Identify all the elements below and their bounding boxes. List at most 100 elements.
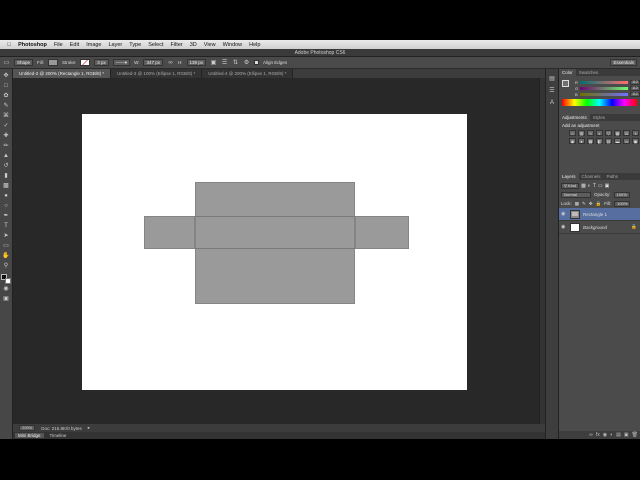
tab-untitled-2[interactable]: Untitled-2 @ 200% (Rectangle 1, RGB/8) * <box>13 69 112 78</box>
hand-tool-icon[interactable]: ✋ <box>2 252 11 261</box>
posterize-icon[interactable]: ▤ <box>605 138 612 144</box>
fill-field[interactable]: 100% <box>614 200 631 207</box>
clone-stamp-tool-icon[interactable]: ▲ <box>2 152 11 161</box>
rectangle-tool-icon[interactable]: ▭ <box>2 242 11 251</box>
tab-paths[interactable]: Paths <box>604 173 622 180</box>
lock-transparent-icon[interactable]: ▩ <box>575 201 579 207</box>
blur-tool-icon[interactable]: ● <box>2 192 11 201</box>
quick-mask-icon[interactable]: ◉ <box>2 285 11 294</box>
link-layers-icon[interactable]: ∞ <box>589 432 593 438</box>
path-arrangement-icon[interactable]: ⇅ <box>232 59 239 66</box>
history-brush-tool-icon[interactable]: ↺ <box>2 162 11 171</box>
filter-shape-icon[interactable]: ▭ <box>598 183 603 189</box>
brush-tool-icon[interactable]: ✏ <box>2 142 11 151</box>
filter-type-icon[interactable]: T <box>593 183 596 189</box>
background-layer-thumbnail[interactable] <box>570 222 580 232</box>
lock-image-icon[interactable]: ✎ <box>582 201 586 207</box>
menu-file[interactable]: File <box>54 42 63 48</box>
link-icon[interactable]: ∞ <box>167 59 174 66</box>
height-field[interactable]: 139 px <box>186 59 207 66</box>
menu-help[interactable]: Help <box>249 42 260 48</box>
dodge-tool-icon[interactable]: ○ <box>2 202 11 211</box>
gradient-map-icon[interactable]: ▭ <box>623 138 630 144</box>
screen-mode-icon[interactable]: ▣ <box>2 295 11 304</box>
add-mask-icon[interactable]: ◉ <box>603 432 607 438</box>
menu-app-name[interactable]: Photoshop <box>18 42 47 48</box>
blue-slider[interactable] <box>579 92 628 96</box>
tool-mode-select[interactable]: Shape <box>14 59 34 66</box>
healing-brush-tool-icon[interactable]: ✚ <box>2 132 11 141</box>
gear-icon[interactable]: ⚙ <box>243 59 250 66</box>
layer-kind-filter[interactable]: ⚲ Kind <box>561 183 580 189</box>
zoom-tool-icon[interactable]: ⚲ <box>2 262 11 271</box>
hue-saturation-icon[interactable]: ▦ <box>614 130 621 136</box>
menu-image[interactable]: Image <box>86 42 101 48</box>
red-slider[interactable] <box>579 80 628 84</box>
menu-layer[interactable]: Layer <box>109 42 123 48</box>
layer-row-rectangle-1[interactable]: ◉ Rectangle 1 <box>559 208 640 221</box>
rectangle-shape-right[interactable] <box>355 216 409 249</box>
layer-name[interactable]: Rectangle 1 <box>583 212 607 217</box>
pen-tool-icon[interactable]: ✒ <box>2 212 11 221</box>
layer-name[interactable]: Background <box>583 225 607 230</box>
red-value[interactable]: 112 <box>630 79 640 85</box>
crop-tool-icon[interactable]: ⌘ <box>2 112 11 121</box>
curves-icon[interactable]: ∿ <box>587 130 594 136</box>
filter-smart-icon[interactable]: ▣ <box>605 183 610 189</box>
tab-swatches[interactable]: Swatches <box>576 69 602 76</box>
marquee-tool-icon[interactable]: □ <box>2 82 11 91</box>
workspace-select[interactable]: Essentials <box>610 59 637 66</box>
align-edges-checkbox[interactable] <box>254 60 260 65</box>
color-lookup-icon[interactable]: ▩ <box>587 138 594 144</box>
opacity-field[interactable]: 100% <box>613 191 630 198</box>
layer-row-background[interactable]: ◉ Background 🔒 <box>559 221 640 234</box>
blue-value[interactable]: 112 <box>630 91 640 97</box>
properties-panel-icon[interactable]: ☰ <box>548 87 557 96</box>
black-white-icon[interactable]: ◑ <box>632 130 639 136</box>
history-panel-icon[interactable]: ▤ <box>548 75 557 84</box>
canvas-area[interactable] <box>13 78 539 424</box>
invert-icon[interactable]: ◧ <box>596 138 603 144</box>
move-tool-icon[interactable]: ✥ <box>2 72 11 81</box>
gradient-tool-icon[interactable]: ▩ <box>2 182 11 191</box>
green-value[interactable]: 112 <box>630 85 640 91</box>
stroke-type-select[interactable]: ——▾ <box>112 59 131 66</box>
rectangle-tool-icon[interactable]: ▭ <box>3 59 10 66</box>
color-fg-bg-swatch[interactable] <box>562 80 572 90</box>
color-balance-icon[interactable]: ⚖ <box>623 130 630 136</box>
new-adjustment-icon[interactable]: ◐ <box>610 432 613 438</box>
eye-icon[interactable]: ◉ <box>561 211 567 217</box>
lock-all-icon[interactable]: 🔒 <box>596 201 602 207</box>
tab-channels[interactable]: Channels <box>579 173 604 180</box>
menu-type[interactable]: Type <box>129 42 141 48</box>
tab-untitled-4[interactable]: Untitled-4 @ 200% (Ellipse 1, RGB/8) * <box>202 69 294 78</box>
lasso-tool-icon[interactable]: ✿ <box>2 92 11 101</box>
levels-icon[interactable]: ▥ <box>578 130 585 136</box>
width-field[interactable]: 347 px <box>143 59 163 66</box>
background-color-swatch[interactable] <box>5 278 11 284</box>
tab-color[interactable]: Color <box>559 69 576 76</box>
new-layer-icon[interactable]: ▣ <box>624 432 629 438</box>
rectangle-shape-left[interactable] <box>144 216 195 249</box>
new-group-icon[interactable]: ▤ <box>616 432 621 438</box>
character-panel-icon[interactable]: A <box>548 99 557 108</box>
vibrance-icon[interactable]: ▽ <box>605 130 612 136</box>
eraser-tool-icon[interactable]: ▮ <box>2 172 11 181</box>
fill-swatch[interactable] <box>48 59 59 66</box>
menu-window[interactable]: Window <box>223 42 243 48</box>
eyedropper-tool-icon[interactable]: ✓ <box>2 122 11 131</box>
tab-styles[interactable]: Styles <box>590 114 608 121</box>
selective-color-icon[interactable]: ▣ <box>632 138 639 144</box>
menu-filter[interactable]: Filter <box>171 42 183 48</box>
filter-pixel-icon[interactable]: ▩ <box>581 183 586 189</box>
zoom-level-field[interactable]: 200% <box>19 425 36 431</box>
tab-adjustments[interactable]: Adjustments <box>559 114 590 121</box>
blend-mode-select[interactable]: Normal <box>561 191 591 198</box>
tab-timeline[interactable]: Timeline <box>50 433 67 438</box>
menu-edit[interactable]: Edit <box>70 42 79 48</box>
menu-3d[interactable]: 3D <box>190 42 197 48</box>
stroke-width-field[interactable]: 3 px <box>94 59 109 66</box>
photo-filter-icon[interactable]: ◉ <box>569 138 576 144</box>
green-slider[interactable] <box>580 86 628 90</box>
eye-icon[interactable]: ◉ <box>561 224 567 230</box>
